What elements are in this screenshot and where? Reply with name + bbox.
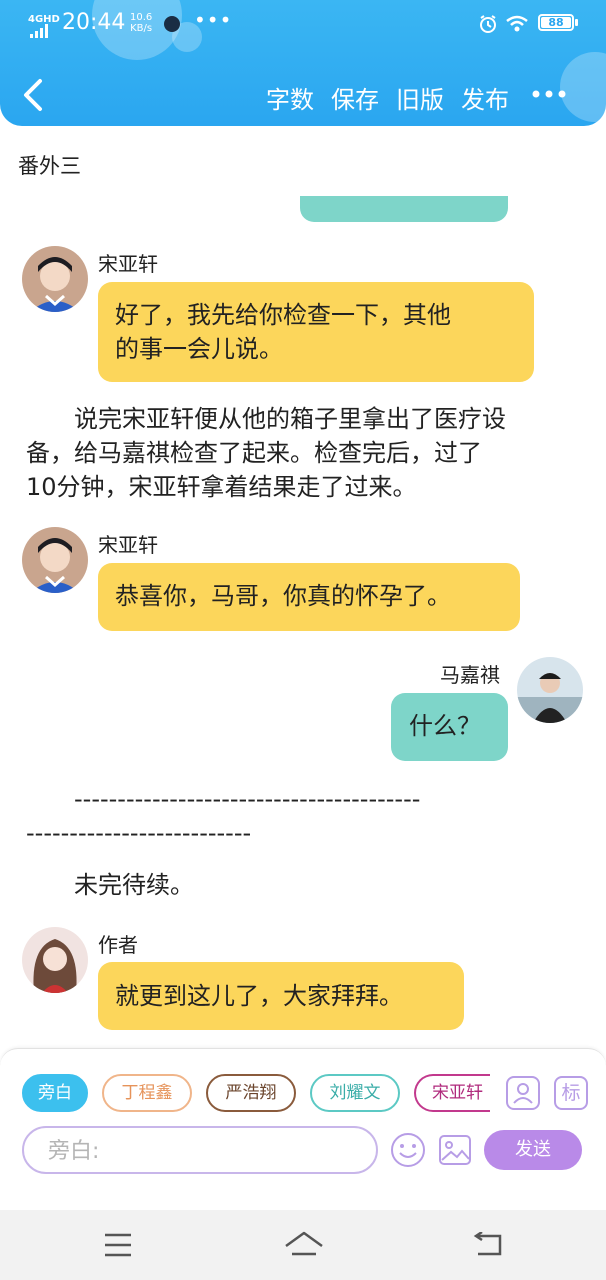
- menu-icon[interactable]: [104, 1232, 132, 1258]
- avatar[interactable]: [517, 657, 583, 723]
- mark-button[interactable]: 标: [554, 1076, 588, 1110]
- role-chip-song[interactable]: 宋亚轩: [414, 1074, 490, 1112]
- role-chip-yan[interactable]: 严浩翔: [206, 1074, 296, 1112]
- narration-divider[interactable]: ----------------------------------------…: [26, 782, 586, 850]
- clock: 20:44: [62, 10, 126, 35]
- network-speed: 10.6 KB/s: [130, 12, 152, 34]
- signal-bars-icon: [30, 24, 48, 38]
- image-icon[interactable]: [438, 1134, 472, 1166]
- message-text: 就更到这儿了，大家拜拜。: [115, 982, 403, 1010]
- publish-button[interactable]: 发布: [461, 80, 509, 115]
- avatar-ma-icon: [517, 657, 583, 723]
- divider-line: ----------------------------------------: [26, 785, 421, 813]
- avatar-song-icon: [22, 246, 88, 312]
- role-chip-ding[interactable]: 丁程鑫: [102, 1074, 192, 1112]
- avatar[interactable]: [22, 927, 88, 993]
- message-input-box[interactable]: [22, 1126, 378, 1174]
- old-version-button[interactable]: 旧版: [396, 80, 444, 115]
- speaker-name: 马嘉祺: [440, 663, 500, 687]
- alarm-icon: [480, 15, 496, 33]
- speaker-name: 作者: [98, 933, 138, 957]
- more-notifications-icon: •••: [194, 8, 233, 32]
- role-chip-narration[interactable]: 旁白: [22, 1074, 88, 1112]
- system-nav-bar: [0, 1210, 606, 1280]
- narration-line: 备，给马嘉祺检查了起来。检查完后，过了: [26, 439, 482, 467]
- message-bubble[interactable]: 好了，我先给你检查一下，其他 的事一会儿说。: [98, 282, 534, 382]
- chapter-title: 番外三: [18, 154, 81, 178]
- person-icon: [513, 1083, 533, 1104]
- message-bubble[interactable]: 什么？: [391, 693, 508, 761]
- send-button[interactable]: 发送: [484, 1130, 582, 1170]
- word-count-button[interactable]: 字数: [266, 80, 314, 115]
- message-bubble-partial[interactable]: [300, 196, 508, 222]
- message-bubble[interactable]: 就更到这儿了，大家拜拜。: [98, 962, 464, 1030]
- speed-unit: KB/s: [130, 23, 153, 34]
- narration-paragraph[interactable]: 说完宋亚轩便从他的箱子里拿出了医疗设 备，给马嘉祺检查了起来。检查完后，过了 1…: [26, 402, 586, 504]
- status-bar: 4GHD 20:44 10.6 KB/s ••• 88: [0, 8, 606, 42]
- avatar-song-icon: [22, 527, 88, 593]
- battery-percent: 88: [548, 16, 564, 29]
- back-nav-icon[interactable]: [472, 1232, 504, 1258]
- battery-cap: [575, 19, 578, 26]
- message-text: 什么？: [409, 712, 481, 740]
- wifi-icon: [506, 15, 528, 32]
- message-text: 恭喜你，马哥，你真的怀孕了。: [115, 582, 451, 610]
- avatar[interactable]: [22, 246, 88, 312]
- message-text-line: 的事一会儿说。: [115, 335, 283, 363]
- speed-value: 10.6: [130, 12, 153, 23]
- app-notification-icon: [164, 16, 180, 32]
- narration-line: 10分钟，宋亚轩拿着结果走了过来。: [26, 473, 417, 501]
- top-header: 4GHD 20:44 10.6 KB/s ••• 88 字数 保存 旧版 发布: [0, 0, 606, 126]
- speaker-name: 宋亚轩: [98, 252, 158, 276]
- avatar-author-icon: [22, 927, 88, 993]
- home-icon[interactable]: [284, 1230, 324, 1260]
- message-bubble[interactable]: 恭喜你，马哥，你真的怀孕了。: [98, 563, 520, 631]
- back-arrow-icon[interactable]: [20, 78, 46, 112]
- add-role-button[interactable]: [506, 1076, 540, 1110]
- message-input[interactable]: [46, 1128, 350, 1174]
- narration-paragraph[interactable]: 未完待续。: [26, 868, 586, 902]
- narration-line: 说完宋亚轩便从他的箱子里拿出了医疗设: [26, 405, 506, 433]
- battery-icon: 88: [538, 14, 574, 31]
- speaker-name: 宋亚轩: [98, 533, 158, 557]
- more-options-icon[interactable]: [531, 88, 567, 100]
- narration-line: 未完待续。: [26, 871, 194, 899]
- decor-circle: [560, 52, 606, 122]
- emoji-icon[interactable]: [390, 1132, 426, 1168]
- save-button[interactable]: 保存: [331, 80, 379, 115]
- divider-line: --------------------------: [26, 819, 252, 847]
- avatar[interactable]: [22, 527, 88, 593]
- message-text-line: 好了，我先给你检查一下，其他: [115, 301, 451, 329]
- role-chip-liu[interactable]: 刘耀文: [310, 1074, 400, 1112]
